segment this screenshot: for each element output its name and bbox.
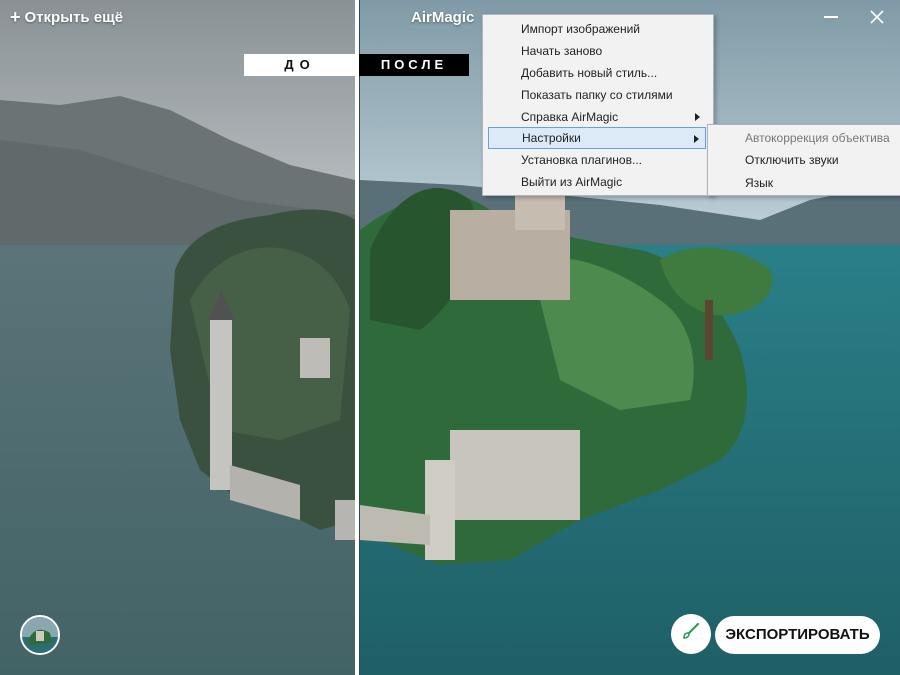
app-title: AirMagic xyxy=(411,9,475,26)
open-more-button[interactable]: + Открыть ещё xyxy=(10,8,123,26)
menu-item-label: Начать заново xyxy=(521,44,603,58)
submenu-arrow-icon xyxy=(695,113,700,121)
menu-item-start-over[interactable]: Начать заново xyxy=(488,40,706,62)
menu-item-show-styles-folder[interactable]: Показать папку со стилями xyxy=(488,84,706,106)
menu-item-label: Выйти из AirMagic xyxy=(521,175,623,189)
brush-icon xyxy=(681,622,701,647)
submenu-item-label: Язык xyxy=(745,176,774,190)
menu-item-settings[interactable]: Настройки xyxy=(488,127,706,149)
submenu-item-language[interactable]: Язык xyxy=(713,172,898,194)
menu-item-exit[interactable]: Выйти из AirMagic xyxy=(488,171,706,193)
submenu-item-lens-correction: Автокоррекция объектива xyxy=(713,127,898,149)
menu-item-label: Установка плагинов... xyxy=(521,153,642,167)
after-label: ПОСЛЕ xyxy=(359,54,469,76)
settings-submenu: Автокоррекция объектива Отключить звуки … xyxy=(707,124,900,196)
minimize-icon[interactable] xyxy=(824,16,838,18)
submenu-item-label: Автокоррекция объектива xyxy=(745,131,890,145)
app-menu: Импорт изображений Начать заново Добавит… xyxy=(482,14,714,196)
image-thumbnail[interactable] xyxy=(20,615,60,655)
edit-brush-button[interactable] xyxy=(671,614,711,654)
submenu-arrow-icon xyxy=(694,135,699,143)
menu-item-label: Справка AirMagic xyxy=(521,110,619,124)
export-button[interactable]: ЭКСПОРТИРОВАТЬ xyxy=(715,616,880,654)
close-icon[interactable] xyxy=(866,6,888,28)
menu-item-add-style[interactable]: Добавить новый стиль... xyxy=(488,62,706,84)
submenu-item-mute-sounds[interactable]: Отключить звуки xyxy=(713,149,898,171)
menu-item-label: Добавить новый стиль... xyxy=(521,66,658,80)
compare-divider-handle[interactable] xyxy=(355,0,359,675)
before-image xyxy=(0,0,355,675)
plus-icon: + xyxy=(10,7,21,27)
menu-item-label: Настройки xyxy=(522,131,581,145)
photo-canvas xyxy=(0,0,900,675)
menu-item-label: Импорт изображений xyxy=(521,22,640,36)
menu-item-import-images[interactable]: Импорт изображений xyxy=(488,18,706,40)
menu-item-install-plugins[interactable]: Установка плагинов... xyxy=(488,149,706,171)
menu-item-label: Показать папку со стилями xyxy=(521,88,673,102)
menu-item-help[interactable]: Справка AirMagic xyxy=(488,106,706,128)
open-more-label: Открыть ещё xyxy=(24,8,124,26)
before-label: ДО xyxy=(244,54,356,76)
submenu-item-label: Отключить звуки xyxy=(745,153,839,167)
